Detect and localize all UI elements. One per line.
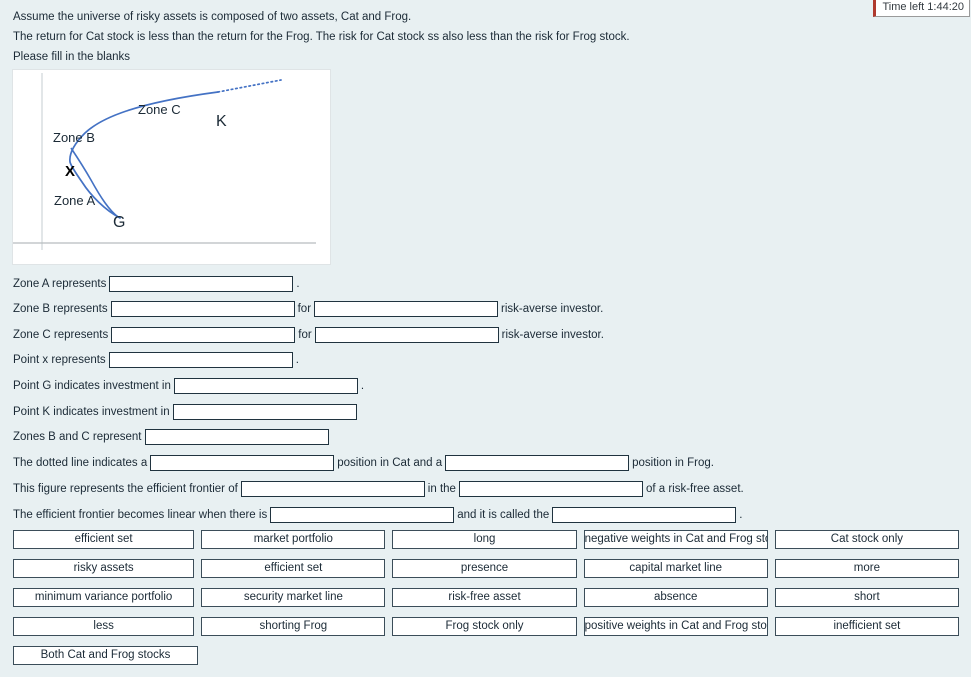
zone-c-represents-blank-1[interactable]	[111, 327, 296, 343]
zone-a-represents-text-0: Zone A represents	[13, 278, 107, 290]
answer-option-efficient-set[interactable]: efficient set	[13, 530, 195, 549]
figure-represents-efficient-frontier-blank-1[interactable]	[240, 481, 425, 497]
answer-option-security-market-line[interactable]: security market line	[201, 588, 386, 607]
zone-b-represents-text-2: for	[297, 303, 312, 315]
label-zone-c: Zone C	[138, 102, 181, 117]
answer-bank-row-4: less shorting Frog Frog stock only positive…	[13, 617, 959, 636]
label-point-g: G	[113, 214, 125, 231]
zones-b-and-c-represent-blank-1[interactable]	[144, 429, 329, 445]
efficient-frontier-becomes-linear-blank-3[interactable]	[552, 507, 737, 523]
question-row-zone-a-represents: Zone A represents.	[13, 274, 300, 294]
point-g-indicates-text-2: .	[360, 380, 365, 392]
answer-option-positive-weights-in-cat-and-frog-stocks[interactable]: positive weights in Cat and Frog stocks	[583, 617, 768, 636]
answer-option-shorting-frog[interactable]: shorting Frog	[201, 617, 386, 636]
efficient-frontier-figure: Zone C Zone B Zone A X G K	[12, 69, 331, 265]
point-x-represents-text-2: .	[295, 354, 299, 366]
efficient-frontier-becomes-linear-text-0: The efficient frontier becomes linear wh…	[13, 509, 268, 521]
label-zone-b: Zone B	[53, 130, 95, 145]
answer-option-negative-weights-in-cat-and-frog-stocks[interactable]: negative weights in Cat and Frog stocks	[583, 530, 768, 549]
point-g-indicates-blank-1[interactable]	[173, 378, 358, 394]
figure-represents-efficient-frontier-text-0: This figure represents the efficient fro…	[13, 483, 238, 495]
zones-b-and-c-represent-text-0: Zones B and C represent	[13, 431, 142, 443]
efficient-frontier-becomes-linear-text-2: and it is called the	[457, 509, 550, 521]
label-zone-a: Zone A	[54, 193, 96, 208]
dotted-line-indicates-text-0: The dotted line indicates a	[13, 457, 148, 469]
answer-bank-row-5: Both Cat and Frog stocks	[13, 646, 959, 665]
answer-bank-row-1: efficient set market portfolio long negativ…	[13, 530, 959, 549]
zone-a-represents-text-2: .	[296, 278, 300, 290]
point-k-indicates-text-0: Point K indicates investment in	[13, 406, 170, 418]
answer-option-inefficient-set[interactable]: inefficient set	[774, 617, 959, 636]
efficient-frontier-becomes-linear-text-4: .	[739, 509, 743, 521]
answer-option-frog-stock-only[interactable]: Frog stock only	[392, 617, 577, 636]
intro-line-3: Please fill in the blanks	[13, 51, 130, 63]
zone-b-represents-blank-3[interactable]	[314, 301, 499, 317]
answer-option-short[interactable]: short	[774, 588, 959, 607]
time-left-indicator: Time left 1:44:20	[873, 0, 970, 17]
answer-option-risk-free-asset[interactable]: risk-free asset	[392, 588, 577, 607]
figure-represents-efficient-frontier-text-4: of a risk-free asset.	[645, 483, 744, 495]
answer-option-cat-stock-only[interactable]: Cat stock only	[774, 530, 959, 549]
dotted-extension-line	[217, 79, 282, 93]
dotted-line-indicates-blank-1[interactable]	[150, 455, 335, 471]
answer-option-long[interactable]: long	[392, 530, 577, 549]
answer-option-minimum-variance-portfolio[interactable]: minimum variance portfolio	[13, 588, 195, 607]
intro-line-1: Assume the universe of risky assets is c…	[13, 11, 412, 23]
label-point-x: X	[65, 163, 75, 180]
question-row-point-x-represents: Point x represents.	[13, 350, 299, 370]
figure-represents-efficient-frontier-text-2: in the	[427, 483, 456, 495]
answer-option-more[interactable]: more	[774, 559, 959, 578]
question-row-figure-represents-efficient-frontier: This figure represents the efficient fro…	[13, 479, 744, 499]
point-x-represents-text-0: Point x represents	[13, 354, 106, 366]
answer-bank: efficient set market portfolio long negativ…	[13, 530, 959, 675]
dotted-line-indicates-text-2: position in Cat and a	[337, 457, 443, 469]
zone-b-represents-text-4: risk-averse investor.	[501, 303, 604, 315]
dotted-line-indicates-text-4: position in Frog.	[632, 457, 714, 469]
answer-option-capital-market-line[interactable]: capital market line	[583, 559, 768, 578]
question-row-point-g-indicates: Point G indicates investment in.	[13, 376, 364, 396]
zone-b-represents-text-0: Zone B represents	[13, 303, 108, 315]
question-row-efficient-frontier-becomes-linear: The efficient frontier becomes linear wh…	[13, 505, 742, 525]
time-left-label: Time left 1:44:20	[882, 1, 964, 13]
answer-option-market-portfolio[interactable]: market portfolio	[201, 530, 386, 549]
efficient-frontier-becomes-linear-blank-1[interactable]	[270, 507, 455, 523]
answer-option-less[interactable]: less	[13, 617, 195, 636]
zone-c-represents-text-0: Zone C represents	[13, 329, 109, 341]
zone-c-represents-text-2: for	[298, 329, 312, 341]
zone-a-represents-blank-1[interactable]	[109, 276, 294, 292]
question-row-point-k-indicates: Point K indicates investment in	[13, 402, 360, 422]
answer-option-risky-assets[interactable]: risky assets	[13, 559, 195, 578]
zone-c-represents-text-4: risk-averse investor.	[501, 329, 604, 341]
question-row-zone-b-represents: Zone B represents for risk-averse investor…	[13, 299, 603, 319]
figure-represents-efficient-frontier-blank-3[interactable]	[458, 481, 643, 497]
answer-option-efficient-set[interactable]: efficient set	[201, 559, 386, 578]
answer-option-presence[interactable]: presence	[392, 559, 577, 578]
answer-option-both-cat-and-frog-stocks[interactable]: Both Cat and Frog stocks	[13, 646, 198, 665]
question-row-zones-b-and-c-represent: Zones B and C represent	[13, 427, 332, 447]
efficient-frontier-chart: Zone C Zone B Zone A X G K	[13, 73, 316, 250]
intro-line-2: The return for Cat stock is less than th…	[13, 31, 630, 43]
label-point-k: K	[216, 113, 227, 130]
question-row-dotted-line-indicates: The dotted line indicates a position in C…	[13, 453, 714, 473]
zone-b-represents-blank-1[interactable]	[110, 301, 295, 317]
answer-option-absence[interactable]: absence	[583, 588, 768, 607]
point-g-indicates-text-0: Point G indicates investment in	[13, 380, 171, 392]
question-row-zone-c-represents: Zone C represents for risk-averse investor…	[13, 325, 604, 345]
point-k-indicates-blank-1[interactable]	[172, 404, 357, 420]
zone-c-represents-blank-3[interactable]	[314, 327, 499, 343]
point-x-represents-blank-1[interactable]	[108, 352, 293, 368]
answer-bank-row-2: risky assets efficient set presence capital…	[13, 559, 959, 578]
answer-bank-row-3: minimum variance portfolio security marke…	[13, 588, 959, 607]
dotted-line-indicates-blank-3[interactable]	[445, 455, 630, 471]
